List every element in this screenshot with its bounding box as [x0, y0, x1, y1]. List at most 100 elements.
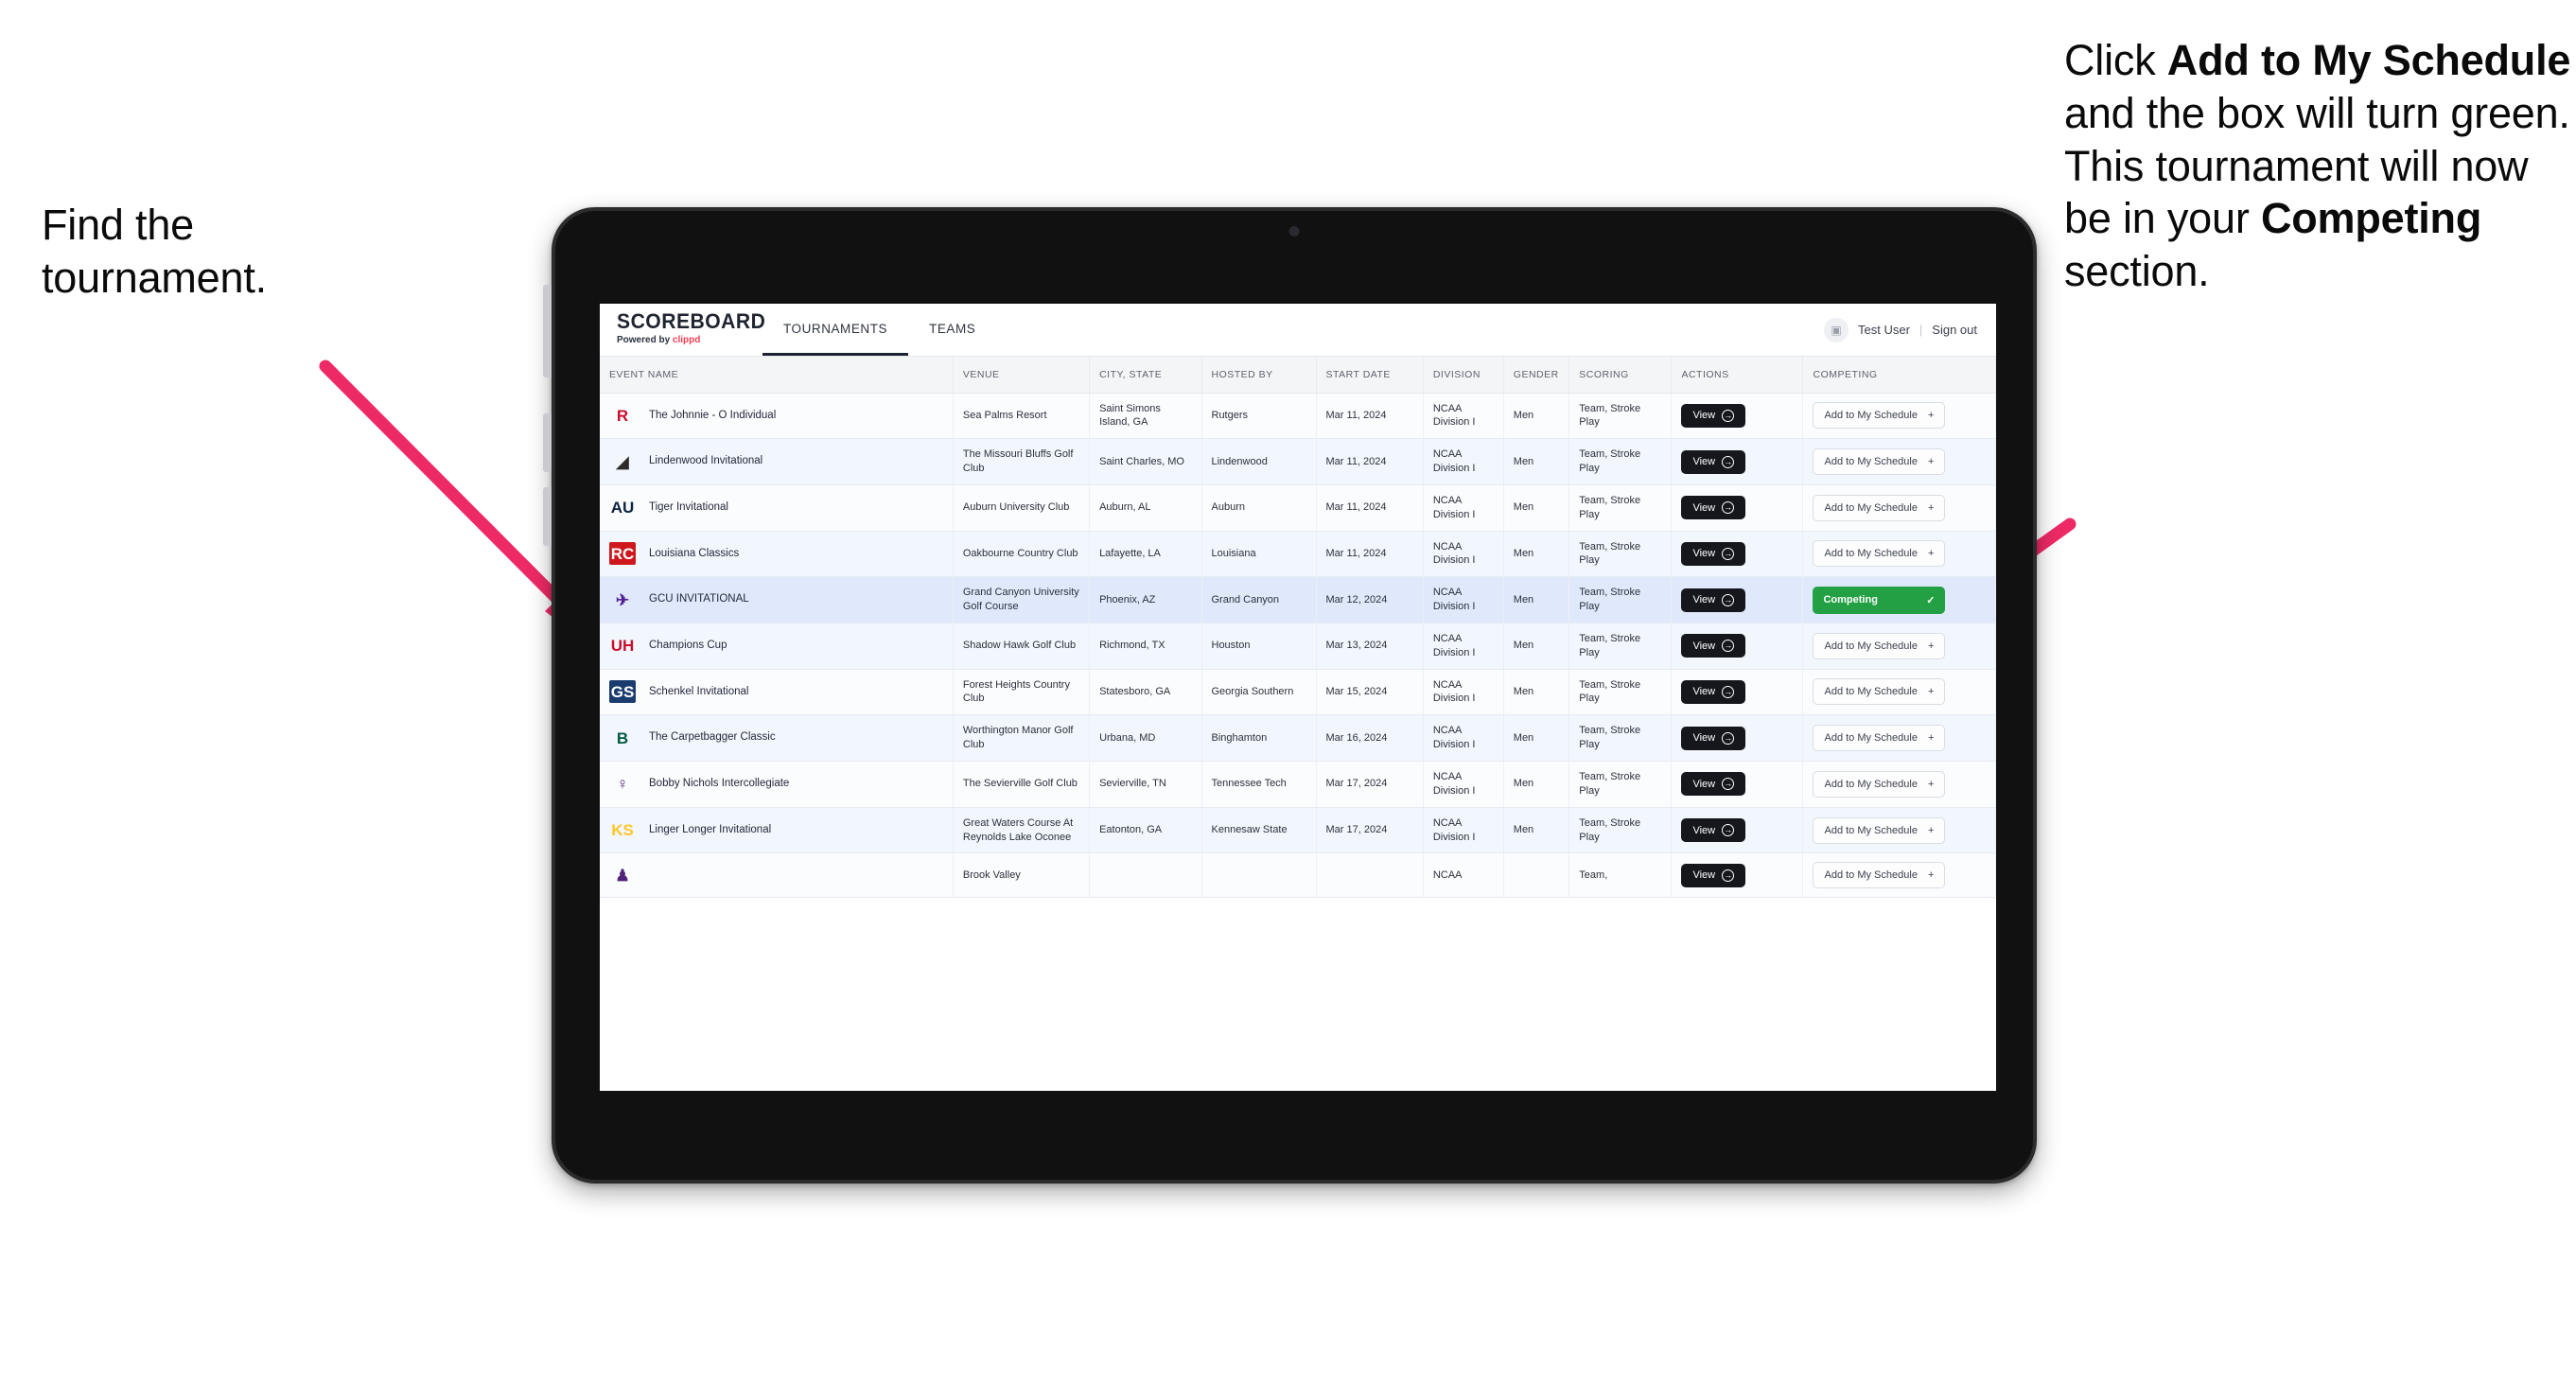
- cell-venue: Sea Palms Resort: [953, 393, 1091, 440]
- event-cell: R The Johnnie - O Individual: [609, 404, 943, 427]
- event-cell: AU Tiger Invitational: [609, 497, 943, 519]
- cell-venue: Great Waters Course At Reynolds Lake Oco…: [953, 807, 1091, 854]
- view-button[interactable]: View →: [1681, 403, 1746, 428]
- power-button[interactable]: [543, 285, 552, 377]
- table-row[interactable]: B The Carpetbagger Classic Worthington Man…: [600, 714, 1996, 762]
- cell-city-state: Statesboro, GA: [1089, 669, 1202, 716]
- cell-division: NCAA Division I: [1423, 531, 1504, 578]
- avatar[interactable]: ▣: [1824, 317, 1849, 342]
- view-button[interactable]: View →: [1681, 634, 1746, 658]
- col-header-event-name[interactable]: EVENT NAME: [600, 357, 954, 394]
- cell-city-state: Auburn, AL: [1089, 484, 1202, 532]
- add-to-my-schedule-button[interactable]: Add to My Schedule +: [1813, 494, 1946, 521]
- add-to-my-schedule-button[interactable]: Add to My Schedule +: [1813, 678, 1946, 706]
- col-header-actions[interactable]: ACTIONS: [1671, 357, 1804, 394]
- col-header-gender[interactable]: GENDER: [1503, 357, 1570, 394]
- cell-competing: Add to My Schedule +: [1802, 393, 1996, 440]
- cell-gender: Men: [1503, 393, 1570, 440]
- col-header-division[interactable]: DIVISION: [1423, 357, 1504, 394]
- table-row[interactable]: ♟ Brook Valley NCAA Team, View → Add to My Sch…: [600, 852, 1996, 899]
- cell-event-name: KS Linger Longer Invitational: [600, 807, 954, 854]
- table-row[interactable]: GS Schenkel Invitational Forest Heights Co…: [600, 669, 1996, 716]
- tab-teams[interactable]: TEAMS: [908, 304, 996, 356]
- browser-viewport: SCOREBOARD Powered by clippd TOURNAMENTS…: [600, 304, 1996, 1091]
- view-button[interactable]: View →: [1681, 496, 1746, 520]
- tab-tournaments[interactable]: TOURNAMENTS: [762, 304, 909, 356]
- table-row[interactable]: ◢ Lindenwood Invitational The Missouri Blu…: [600, 438, 1996, 485]
- arrow-right-circle-icon: →: [1722, 778, 1735, 791]
- view-button[interactable]: View →: [1681, 772, 1746, 797]
- brand-logo[interactable]: SCOREBOARD Powered by clippd: [600, 304, 765, 356]
- table-row[interactable]: ♀ Bobby Nichols Intercollegiate The Sevier…: [600, 761, 1996, 808]
- annotation-left-line1: Find the: [42, 201, 194, 249]
- add-to-my-schedule-button[interactable]: Add to My Schedule +: [1813, 540, 1946, 568]
- sign-out-link[interactable]: Sign out: [1932, 323, 1977, 337]
- cell-hosted-by: Louisiana: [1201, 531, 1317, 578]
- arrow-right-circle-icon: →: [1722, 501, 1735, 515]
- add-to-my-schedule-button[interactable]: Add to My Schedule +: [1813, 770, 1946, 798]
- front-camera-icon: [1288, 226, 1300, 237]
- cell-competing: Add to My Schedule +: [1802, 484, 1996, 532]
- table-row[interactable]: ✈ GCU INVITATIONAL Grand Canyon University…: [600, 576, 1996, 623]
- view-button[interactable]: View →: [1681, 726, 1746, 750]
- cell-scoring: Team, Stroke Play: [1568, 531, 1673, 578]
- add-to-my-schedule-button[interactable]: Add to My Schedule +: [1813, 725, 1946, 752]
- arrow-right-circle-icon: →: [1722, 455, 1735, 468]
- cell-gender: Men: [1503, 669, 1570, 716]
- competing-button[interactable]: Competing ✓: [1813, 586, 1946, 614]
- add-to-my-schedule-button[interactable]: Add to My Schedule +: [1813, 632, 1946, 659]
- col-header-start-date[interactable]: START DATE: [1316, 357, 1424, 394]
- cell-city-state: Sevierville, TN: [1089, 761, 1202, 808]
- view-button-label: View: [1692, 501, 1716, 514]
- view-button[interactable]: View →: [1681, 863, 1746, 887]
- tournaments-table-container[interactable]: EVENT NAME VENUE CITY, STATE HOSTED BY S…: [600, 357, 1996, 1091]
- volume-down-button[interactable]: [543, 487, 552, 546]
- cell-city-state: Richmond, TX: [1089, 623, 1202, 670]
- plus-icon: +: [1928, 410, 1935, 422]
- add-to-my-schedule-button[interactable]: Add to My Schedule +: [1813, 862, 1946, 889]
- team-logo-icon: ♀: [616, 775, 629, 794]
- view-button[interactable]: View →: [1681, 588, 1746, 612]
- col-header-scoring[interactable]: SCORING: [1568, 357, 1673, 394]
- add-to-my-schedule-button[interactable]: Add to My Schedule +: [1813, 816, 1946, 844]
- cell-event-name: ♀ Bobby Nichols Intercollegiate: [600, 761, 954, 808]
- col-header-competing[interactable]: COMPETING: [1802, 357, 1996, 394]
- cell-hosted-by: Georgia Southern: [1201, 669, 1317, 716]
- table-row[interactable]: RC Louisiana Classics Oakbourne Country Cl…: [600, 531, 1996, 578]
- view-button-label: View: [1692, 456, 1716, 468]
- view-button[interactable]: View →: [1681, 541, 1746, 566]
- table-row[interactable]: R The Johnnie - O Individual Sea Palms Res…: [600, 393, 1996, 440]
- cell-venue: The Missouri Bluffs Golf Club: [953, 438, 1091, 485]
- team-logo-icon: ◢: [616, 452, 629, 471]
- add-button-label: Add to My Schedule: [1824, 869, 1918, 882]
- table-body: R The Johnnie - O Individual Sea Palms Res…: [600, 393, 1996, 899]
- view-button-label: View: [1692, 732, 1716, 745]
- table-row[interactable]: AU Tiger Invitational Auburn University Cl…: [600, 484, 1996, 532]
- col-header-hosted-by[interactable]: HOSTED BY: [1201, 357, 1317, 394]
- cell-venue: Grand Canyon University Golf Course: [953, 576, 1091, 623]
- view-button[interactable]: View →: [1681, 818, 1746, 843]
- table-row[interactable]: UH Champions Cup Shadow Hawk Golf Club Rich…: [600, 623, 1996, 670]
- cell-hosted-by: Kennesaw State: [1201, 807, 1317, 854]
- cell-gender: [1503, 852, 1570, 899]
- header-user-area: ▣ Test User | Sign out: [1824, 304, 1996, 356]
- add-to-my-schedule-button[interactable]: Add to My Schedule +: [1813, 402, 1946, 430]
- view-button[interactable]: View →: [1681, 679, 1746, 704]
- cell-event-name: B The Carpetbagger Classic: [600, 714, 954, 762]
- table-row[interactable]: KS Linger Longer Invitational Great Waters…: [600, 807, 1996, 854]
- cell-scoring: Team, Stroke Play: [1568, 623, 1673, 670]
- cell-event-name: UH Champions Cup: [600, 623, 954, 670]
- tournaments-table: EVENT NAME VENUE CITY, STATE HOSTED BY S…: [600, 357, 1996, 899]
- add-to-my-schedule-button[interactable]: Add to My Schedule +: [1813, 448, 1946, 476]
- cell-venue: Oakbourne Country Club: [953, 531, 1091, 578]
- add-button-label: Add to My Schedule: [1824, 410, 1918, 422]
- cell-gender: Men: [1503, 531, 1570, 578]
- table-header: EVENT NAME VENUE CITY, STATE HOSTED BY S…: [600, 357, 1996, 394]
- col-header-venue[interactable]: VENUE: [953, 357, 1091, 394]
- volume-up-button[interactable]: [543, 413, 552, 472]
- add-button-label: Add to My Schedule: [1824, 778, 1918, 790]
- cell-division: NCAA Division I: [1423, 761, 1504, 808]
- col-header-city-state[interactable]: CITY, STATE: [1089, 357, 1202, 394]
- view-button[interactable]: View →: [1681, 449, 1746, 474]
- cell-event-name: RC Louisiana Classics: [600, 531, 954, 578]
